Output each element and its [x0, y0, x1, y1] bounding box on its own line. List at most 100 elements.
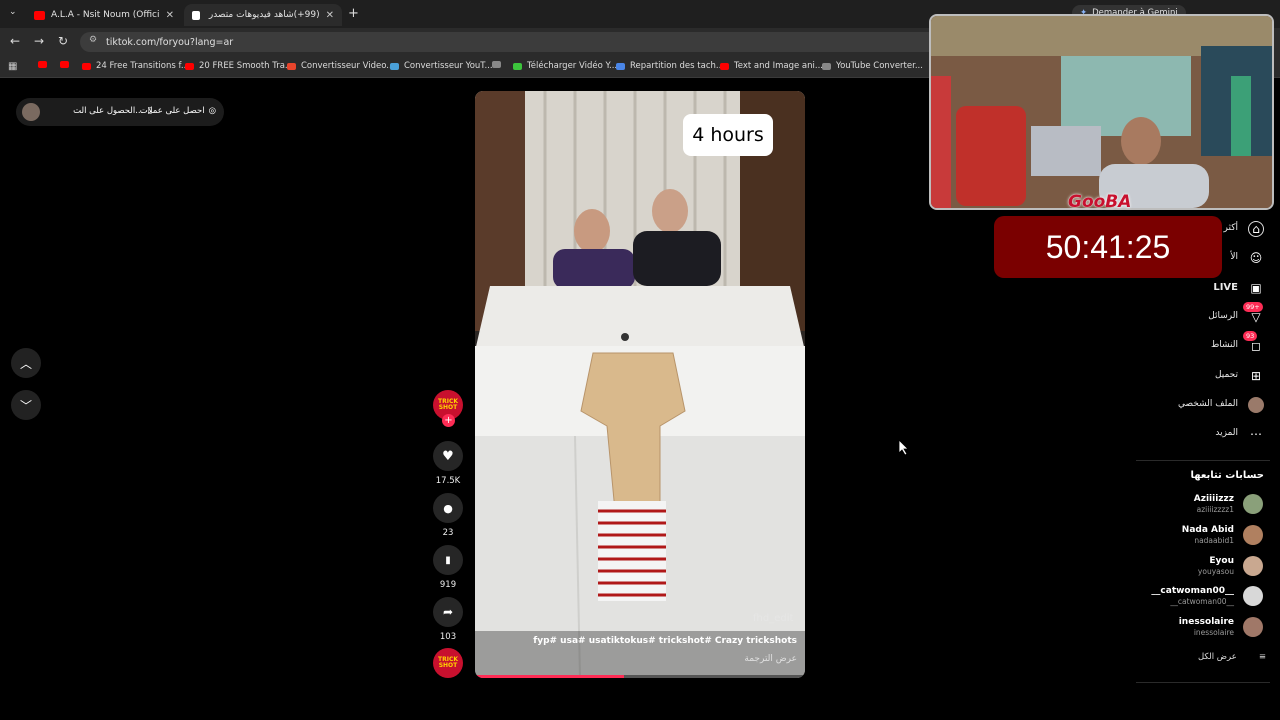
address-bar[interactable]: ⚙ tiktok.com/foryou?lang=ar — [80, 32, 940, 52]
heart-icon: ♥ — [442, 448, 454, 464]
more-icon: ⋯ — [1250, 427, 1262, 441]
music-disc[interactable]: TRICK SHOT — [433, 648, 463, 678]
like-count: 17.5K — [435, 476, 461, 486]
see-translation-link[interactable]: عرض الترجمة — [744, 654, 797, 664]
tiktok-icon — [192, 10, 200, 20]
promo-bar: الحصول على الت... ▯ احصل على عملات ◎ — [16, 98, 224, 126]
bookmark-item[interactable] — [38, 61, 52, 68]
sidebar-divider — [1136, 682, 1270, 683]
bookmark-item[interactable]: 24 Free Transitions f... — [82, 61, 189, 71]
user-avatar[interactable] — [22, 103, 40, 121]
bookmark-item[interactable]: Convertisseur Video... — [287, 61, 394, 71]
bookmark-label: 20 FREE Smooth Tra... — [199, 61, 294, 71]
like-button[interactable]: ♥ — [433, 441, 463, 471]
account-name: __catwoman00__ — [1151, 586, 1234, 596]
music-disc-text: TRICK SHOT — [438, 656, 458, 669]
streamer-tag: GooBA — [1068, 192, 1132, 212]
notification-badge: 99+ — [1243, 302, 1263, 312]
live-icon: ▣ — [1250, 281, 1262, 295]
account-avatar — [1243, 556, 1263, 576]
follow-button[interactable]: + — [442, 414, 455, 427]
chevron-up-icon: ︿ — [19, 356, 32, 371]
bookmark-item[interactable]: Télécharger Vidéo Y... — [513, 61, 617, 71]
close-tab-icon[interactable]: ✕ — [166, 10, 174, 21]
bookmark-favicon-icon — [82, 62, 91, 70]
bookmark-item[interactable]: Convertisseur YouT... — [390, 61, 493, 71]
sidebar-item-label: النشاط — [1210, 340, 1238, 350]
account-name: Nada Abid — [1181, 525, 1234, 535]
notification-badge: 93 — [1243, 331, 1258, 341]
bookmark-item[interactable]: Repartition des tach... — [616, 61, 724, 71]
sidebar-item-label: الرسائل — [1208, 311, 1238, 321]
bookmark-favicon-icon — [492, 61, 501, 68]
account-handle: youyasou — [1197, 567, 1234, 576]
get-coins-label: احصل على عملات — [139, 106, 205, 116]
save-button[interactable]: ▮ — [433, 545, 463, 575]
share-icon: ➦ — [442, 605, 454, 619]
stream-timer: 50:41:25 — [994, 216, 1222, 278]
sidebar-item-label: LIVE — [1213, 282, 1238, 293]
sidebar-item-label: الملف الشخصي — [1178, 399, 1238, 409]
creator-avatar-text: TRICK SHOT — [438, 398, 458, 411]
bookmark-label: Télécharger Vidéo Y... — [527, 61, 618, 71]
bookmark-item[interactable] — [60, 61, 74, 68]
site-info-icon[interactable]: ⚙ — [89, 35, 97, 45]
tab-search-button[interactable]: ⌄ — [9, 7, 17, 17]
video-caption[interactable]: fyp# usa# usatiktokus# trickshot# Crazy … — [533, 636, 797, 646]
new-tab-button[interactable]: + — [348, 6, 359, 21]
account-handle: __catwoman00__ — [1170, 597, 1234, 606]
comment-count: 23 — [442, 528, 454, 538]
comment-button[interactable]: ● — [433, 493, 463, 523]
bookmark-favicon-icon — [513, 62, 522, 70]
apps-icon[interactable]: ▦ — [8, 61, 17, 72]
bookmark-item[interactable] — [492, 61, 506, 68]
sidebar-item-label: المزيد — [1215, 428, 1238, 438]
sidebar-divider — [1136, 460, 1270, 461]
bookmark-item[interactable]: 20 FREE Smooth Tra... — [185, 61, 293, 71]
progress-track[interactable] — [475, 675, 805, 678]
bookmark-favicon-icon — [60, 61, 69, 68]
forward-icon[interactable]: → — [34, 34, 44, 48]
account-name: inessolaire — [1178, 617, 1234, 627]
sidebar-item-label: أكثر — [1223, 223, 1238, 233]
friends-icon: ☺ — [1249, 251, 1263, 265]
video-watermark: fhd_edit — [753, 613, 794, 624]
see-all-button[interactable]: عرض الكل ≡ — [1198, 652, 1266, 662]
webcam-overlay — [929, 14, 1274, 210]
bookmark-label: Convertisseur Video... — [301, 61, 395, 71]
bookmark-item[interactable]: Text and Image ani... — [720, 61, 823, 71]
previous-video-button[interactable]: ︿ — [11, 348, 41, 378]
chevron-down-icon: ﹀ — [19, 398, 32, 413]
progress-fill — [475, 675, 624, 678]
profile-icon — [1248, 397, 1264, 413]
tab-tiktok[interactable]: (99+)شاهد فيديوهات متصدر ✕ — [184, 4, 342, 26]
sidebar-item-label: تحميل — [1214, 370, 1238, 380]
video-overlay-text: 4 hours — [683, 114, 773, 156]
share-count: 103 — [439, 632, 457, 642]
bookmark-label: Text and Image ani... — [734, 61, 823, 71]
see-all-label: عرض الكل — [1198, 652, 1237, 662]
webcam-feed — [931, 16, 1272, 208]
bookmark-label: Convertisseur YouT... — [404, 61, 493, 71]
bookmark-icon: ▮ — [445, 554, 451, 566]
tab-title: A.L.A - Nsit Noum (Official Mus — [51, 10, 160, 20]
share-button[interactable]: ➦ — [433, 597, 463, 627]
bookmark-favicon-icon — [616, 62, 625, 70]
youtube-icon — [34, 10, 45, 20]
account-avatar — [1243, 586, 1263, 606]
reload-icon[interactable]: ↻ — [58, 34, 68, 48]
account-name: Eyou — [1209, 556, 1234, 566]
video-player[interactable]: fhd_edit fyp# usa# usatiktokus# tricksho… — [475, 91, 805, 678]
get-coins-button[interactable]: احصل على عملات ◎ — [140, 106, 216, 116]
next-video-button[interactable]: ﹀ — [11, 390, 41, 420]
comment-icon: ● — [443, 501, 453, 515]
account-handle: aziiiizzzz1 — [1196, 505, 1234, 514]
account-avatar — [1243, 525, 1263, 545]
following-title: حسابات تتابعها — [1190, 470, 1264, 481]
back-icon[interactable]: ← — [10, 34, 20, 48]
mouse-cursor-icon — [899, 440, 909, 455]
close-tab-icon[interactable]: ✕ — [326, 10, 334, 21]
bookmark-item[interactable]: YouTube Converter... — [822, 61, 923, 71]
tab-youtube[interactable]: A.L.A - Nsit Noum (Official Mus ✕ — [26, 4, 182, 26]
sidebar-item-label: الأ — [1230, 252, 1238, 262]
